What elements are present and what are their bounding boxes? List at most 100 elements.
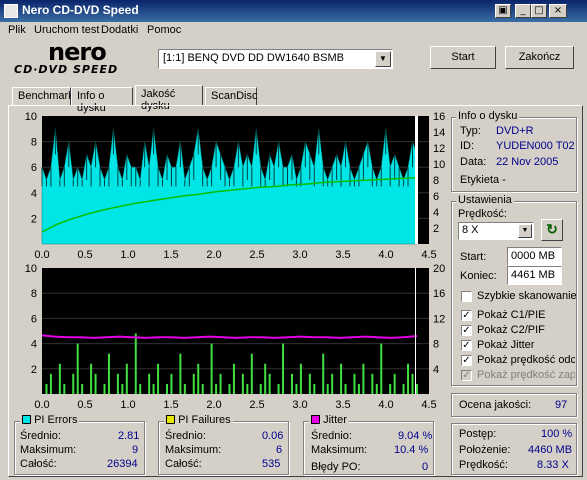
x-tick-label: 3.0: [292, 399, 307, 411]
x-tick-label: 0.5: [77, 249, 92, 261]
pi-failures-avg-label: Średnio:: [165, 430, 206, 442]
y-tick-label: 2: [31, 213, 37, 225]
pi-failures-max-label: Maksimum:: [165, 444, 222, 456]
pi-errors-avg: 2.81: [118, 430, 140, 442]
x-tick-label: 4.5: [421, 399, 436, 411]
chevron-down-icon[interactable]: ▼: [518, 224, 532, 238]
show-jitter-checkbox[interactable]: ✓: [461, 340, 472, 351]
x-tick-label: 4.0: [378, 249, 393, 261]
pi-errors-swatch: [22, 415, 31, 424]
show-read-speed-checkbox[interactable]: ✓: [461, 355, 472, 366]
pi-errors-avg-label: Średnio:: [20, 430, 61, 442]
read-speed-label: Prędkość:: [459, 459, 508, 471]
disc-label-label: Etykieta -: [460, 174, 506, 186]
show-c1-checkbox[interactable]: ✓: [461, 310, 472, 321]
y-tick-label: 10: [25, 263, 37, 275]
start-label: Start:: [460, 251, 487, 263]
x-tick-label: 3.5: [335, 249, 350, 261]
jitter-avg-label: Średnio:: [311, 430, 352, 442]
read-speed-value: 8.33 X: [537, 459, 569, 471]
x-tick-label: 2.5: [249, 249, 264, 261]
y-tick-label: 4: [31, 188, 37, 200]
menu-dodatki[interactable]: Dodatki: [101, 24, 138, 36]
jitter-avg: 9.04 %: [398, 430, 433, 442]
progress-value: 100 %: [541, 428, 573, 440]
x-tick-label: 2.0: [206, 399, 221, 411]
x-tick-label: 0.0: [34, 249, 49, 261]
tab-scandisc[interactable]: ScanDisc: [205, 87, 257, 105]
end-marker: [415, 268, 416, 394]
refresh-icon[interactable]: ↻: [541, 219, 563, 241]
drive-select[interactable]: [1:1] BENQ DVD DD DW1640 BSMB ▼: [158, 49, 393, 69]
y-tick-label: 8: [31, 137, 37, 149]
end-input[interactable]: 4461 MB: [507, 266, 562, 285]
jitter-max: 10.4 %: [394, 444, 429, 456]
po-errors-value: 0: [422, 461, 429, 473]
pi-errors-chart: 0.0 0.5 1.0 1.5 2.0 2.5 3.0 3.5 4.0 4.5 10 8 6 4 2 16 14…: [25, 111, 446, 261]
y2-tick-label: 12: [433, 143, 445, 155]
settings-title: Ustawienia: [456, 194, 514, 206]
position-value: 4460 MB: [528, 444, 573, 456]
pi-errors-max: 9: [132, 444, 139, 456]
y-tick-label: 4: [31, 339, 37, 351]
tab-disc-quality[interactable]: Jakość dysku: [135, 85, 203, 112]
show-c1-label: Pokaż C1/PIE: [477, 309, 546, 321]
menu-plik[interactable]: Plik: [8, 24, 26, 36]
quick-scan-label: Szybkie skanowanie: [477, 290, 577, 302]
tab-disc-info[interactable]: Info o dysku: [71, 87, 133, 114]
y2-tick-label: 10: [433, 159, 445, 171]
y-tick-label: 2: [31, 364, 37, 376]
speed-label: Prędkość:: [458, 208, 507, 220]
pi-errors-max-label: Maksimum:: [20, 444, 77, 456]
speed-select[interactable]: 8 X ▼: [458, 222, 534, 240]
y-tick-label: 8: [31, 288, 37, 300]
type-label: Typ:: [460, 125, 481, 137]
x-tick-label: 1.5: [163, 249, 178, 261]
quality-score-label: Ocena jakości:: [459, 399, 532, 411]
window-title: Nero CD-DVD Speed: [22, 3, 139, 17]
x-tick-label: 1.0: [120, 399, 135, 411]
y-tick-label: 10: [25, 111, 37, 123]
date-value: 22 Nov 2005: [496, 156, 559, 168]
pi-failures-swatch: [166, 415, 175, 424]
pi-failures-title: PI Failures: [164, 414, 233, 426]
show-c2-checkbox[interactable]: ✓: [461, 325, 472, 336]
y2-tick-label: 20: [433, 263, 445, 275]
quick-scan-checkbox[interactable]: [461, 291, 472, 302]
start-button[interactable]: Start: [430, 46, 496, 69]
x-tick-label: 2.5: [249, 399, 264, 411]
x-tick-label: 0.0: [34, 399, 49, 411]
show-write-speed-label: Pokaż prędkość zapisu: [477, 369, 575, 381]
end-marker: [415, 116, 418, 244]
pi-failures-total: 535: [262, 458, 281, 470]
maximize-button[interactable]: □: [531, 4, 547, 18]
id-label: ID:: [460, 140, 475, 152]
close-button[interactable]: ×: [549, 4, 567, 18]
title-bar: Nero CD-DVD Speed _ □ × ▣: [0, 0, 587, 22]
pi-errors-total-label: Całość:: [20, 458, 57, 470]
end-label: Koniec:: [460, 270, 497, 282]
date-label: Data:: [460, 156, 487, 168]
chart2-plot-area: [42, 268, 429, 394]
x-tick-label: 1.5: [163, 399, 178, 411]
y2-tick-label: 16: [433, 288, 445, 300]
nero-logo: nero CD·DVD SPEED: [14, 38, 119, 76]
chevron-down-icon[interactable]: ▼: [375, 51, 391, 67]
type-value: DVD+R: [496, 125, 534, 137]
show-jitter-label: Pokaż Jitter: [477, 339, 535, 351]
pi-failures-avg: 0.06: [262, 430, 284, 442]
help-button[interactable]: ▣: [495, 4, 511, 18]
pi-errors-title: PI Errors: [20, 414, 80, 426]
menu-pomoc[interactable]: Pomoc: [147, 24, 181, 36]
minimize-button[interactable]: _: [515, 4, 531, 18]
show-read-speed-label: Pokaż prędkość odczy: [477, 354, 575, 366]
pi-errors-total: 26394: [107, 458, 138, 470]
exit-button[interactable]: Zakończ: [505, 46, 574, 69]
position-label: Położenie:: [459, 444, 511, 456]
quality-score-value: 97: [555, 399, 568, 411]
tab-benchmark[interactable]: Benchmark: [12, 87, 74, 105]
menu-uruchom-test[interactable]: Uruchom test: [34, 24, 99, 36]
y2-tick-label: 12: [433, 313, 445, 325]
y-tick-label: 6: [31, 162, 37, 174]
start-input[interactable]: 0000 MB: [507, 247, 562, 266]
